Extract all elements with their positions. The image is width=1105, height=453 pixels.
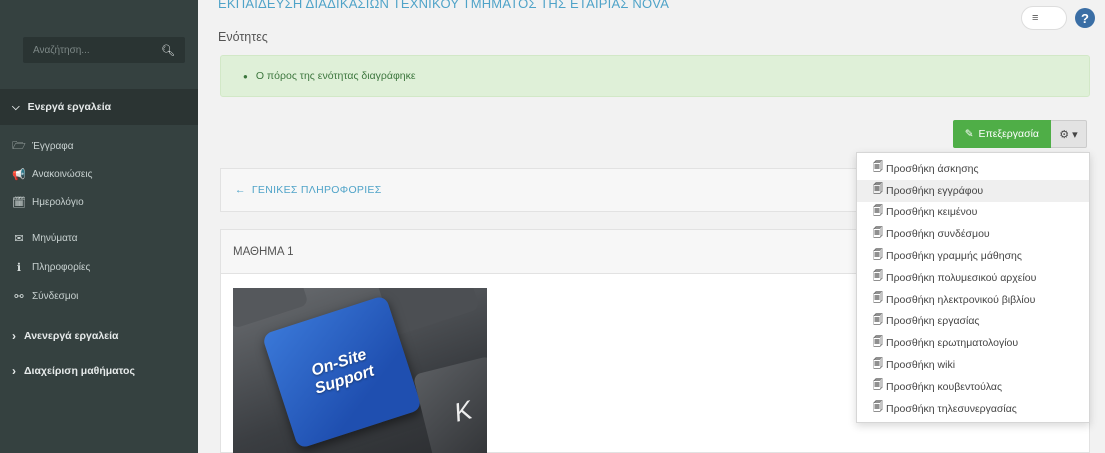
course-admin-label: Διαχείριση μαθήματος xyxy=(24,365,135,377)
menu-item-label: Προσθήκη συνδέσμου xyxy=(886,228,990,241)
sidebar-item-announcements[interactable]: 📢 Ανακοινώσεις xyxy=(0,162,198,186)
chevron-right-icon: › xyxy=(12,364,16,378)
sidebar-item-messages[interactable]: ✉ Μηνύματα xyxy=(0,226,198,250)
copy-icon: 🗐 xyxy=(873,336,883,348)
sidebar-item-documents[interactable]: 🗁 Έγγραφα xyxy=(0,134,198,158)
chevron-right-icon: › xyxy=(12,329,16,343)
menu-item-label: Προσθήκη κουβεντούλας xyxy=(886,380,1003,393)
copy-icon: 🗐 xyxy=(873,227,883,239)
calendar-icon: 🗓 xyxy=(12,196,26,209)
folder-icon: 🗁 xyxy=(12,139,26,152)
link-icon: ⚯ xyxy=(14,290,24,303)
menu-item-add-chat[interactable]: 🗐 Προσθήκη κουβεντούλας xyxy=(857,376,1089,398)
copy-icon: 🗐 xyxy=(873,249,883,261)
general-info-label: ΓΕΝΙΚΕΣ ΠΛΗΡΟΦΟΡΙΕΣ xyxy=(251,184,382,196)
page-subtitle: Ενότητες xyxy=(218,30,268,44)
copy-icon: 🗐 xyxy=(873,314,883,326)
alert-message: Ο πόρος της ενότητας διαγράφηκε xyxy=(255,70,416,82)
inactive-tools-header[interactable]: › Ανενεργά εργαλεία xyxy=(0,324,198,348)
menu-item-label: Προσθήκη γραμμής μάθησης xyxy=(886,250,1022,263)
sidebar-item-info[interactable]: ℹ Πληροφορίες xyxy=(0,255,198,279)
menu-item-add-assignment[interactable]: 🗐 Προσθήκη εργασίας xyxy=(857,311,1089,333)
menu-item-label: Προσθήκη ηλεκτρονικού βιβλίου xyxy=(886,293,1036,306)
menu-item-label: Προσθήκη κειμένου xyxy=(886,206,978,219)
sidebar-item-label: Ημερολόγιο xyxy=(32,196,84,208)
sidebar-item-label: Έγγραφα xyxy=(32,140,74,152)
bullet-icon: ● xyxy=(243,71,248,81)
copy-icon: 🗐 xyxy=(873,293,883,305)
edit-button-label: Επεξεργασία xyxy=(978,128,1040,140)
search-input[interactable] xyxy=(33,44,153,56)
sidebar-item-label: Ανακοινώσεις xyxy=(32,168,93,180)
copy-icon: 🗐 xyxy=(873,358,883,370)
arrow-left-icon: ← xyxy=(235,184,246,196)
copy-icon: 🗐 xyxy=(873,402,883,414)
copy-icon: 🗐 xyxy=(873,380,883,392)
edit-icon: ✎ xyxy=(964,128,974,140)
sidebar-item-label: Σύνδεσμοι xyxy=(32,290,79,302)
edit-button-group: ✎ Επεξεργασία ⚙ ▾ xyxy=(952,120,1087,148)
menu-item-label: Προσθήκη εργασίας xyxy=(886,315,980,328)
sidebar: 🔍︎ ⌵ Ενεργά εργαλεία 🗁 Έγγραφα 📢 Ανακοιν… xyxy=(0,0,198,453)
lesson-image: On-Site Support K xyxy=(233,288,487,453)
menu-item-label: Προσθήκη πολυμεσικού αρχείου xyxy=(886,271,1037,284)
success-alert: ● Ο πόρος της ενότητας διαγράφηκε xyxy=(220,55,1090,97)
envelope-icon: ✉ xyxy=(14,232,24,245)
info-icon: ℹ xyxy=(16,261,22,274)
edit-button[interactable]: ✎ Επεξεργασία xyxy=(952,120,1051,148)
menu-item-add-exercise[interactable]: 🗐 Προσθήκη άσκησης xyxy=(857,158,1089,180)
add-resource-dropdown: 🗐 Προσθήκη άσκησης 🗐 Προσθήκη εγγράφου 🗐 Πρ… xyxy=(856,152,1090,423)
help-icon[interactable]: ? xyxy=(1075,8,1095,28)
menu-item-label: Προσθήκη τηλεσυνεργασίας xyxy=(886,402,1017,415)
search-icon[interactable]: 🔍︎ xyxy=(161,44,175,57)
settings-dropdown-button[interactable]: ⚙ ▾ xyxy=(1051,120,1087,148)
menu-item-add-wiki[interactable]: 🗐 Προσθήκη wiki xyxy=(857,354,1089,376)
menu-item-add-learning-path[interactable]: 🗐 Προσθήκη γραμμής μάθησης xyxy=(857,245,1089,267)
course-admin-header[interactable]: › Διαχείριση μαθήματος xyxy=(0,359,198,383)
menu-item-label: Προσθήκη wiki xyxy=(886,359,956,372)
menu-item-label: Προσθήκη εγγράφου xyxy=(886,184,984,197)
general-info-section[interactable]: ← ΓΕΝΙΚΕΣ ΠΛΗΡΟΦΟΡΙΕΣ xyxy=(220,168,860,212)
course-title[interactable]: ΕΚΠΑΙΔΕΥΣΗ ΔΙΑΔΙΚΑΣΙΩΝ ΤΕΧΝΙΚΟΥ ΤΜΗΜΑΤΟΣ… xyxy=(218,0,669,11)
menu-item-add-link[interactable]: 🗐 Προσθήκη συνδέσμου xyxy=(857,223,1089,245)
copy-icon: 🗐 xyxy=(873,162,883,174)
active-tools-header[interactable]: ⌵ Ενεργά εργαλεία xyxy=(0,89,198,125)
copy-icon: 🗐 xyxy=(873,205,883,217)
menu-item-label: Προσθήκη άσκησης xyxy=(886,162,979,175)
chevron-down-icon: ⌵ xyxy=(12,101,20,113)
sidebar-item-links[interactable]: ⚯ Σύνδεσμοι xyxy=(0,284,198,308)
list-icon: ≡ xyxy=(1032,12,1039,24)
bullhorn-icon: 📢 xyxy=(12,168,26,181)
copy-icon: 🗐 xyxy=(873,271,883,283)
menu-item-label: Προσθήκη ερωτηματολογίου xyxy=(886,337,1019,350)
sidebar-item-label: Μηνύματα xyxy=(32,232,78,244)
menu-item-add-document[interactable]: 🗐 Προσθήκη εγγράφου xyxy=(857,179,1089,202)
active-tools-label: Ενεργά εργαλεία xyxy=(27,101,112,113)
menu-item-add-questionnaire[interactable]: 🗐 Προσθήκη ερωτηματολογίου xyxy=(857,332,1089,354)
menu-item-add-ebook[interactable]: 🗐 Προσθήκη ηλεκτρονικού βιβλίου xyxy=(857,289,1089,311)
sidebar-item-calendar[interactable]: 🗓 Ημερολόγιο xyxy=(0,190,198,214)
keyboard-key-k: K xyxy=(412,355,487,453)
menu-item-add-teleconference[interactable]: 🗐 Προσθήκη τηλεσυνεργασίας xyxy=(857,398,1089,420)
search-box: 🔍︎ xyxy=(23,37,185,63)
copy-icon: 🗐 xyxy=(873,184,883,196)
sidebar-item-label: Πληροφορίες xyxy=(32,261,91,273)
view-toggle[interactable]: ≡ xyxy=(1021,6,1067,30)
lesson-title: ΜΑΘΗΜΑ 1 xyxy=(233,245,294,258)
inactive-tools-label: Ανενεργά εργαλεία xyxy=(24,330,119,342)
menu-item-add-multimedia[interactable]: 🗐 Προσθήκη πολυμεσικού αρχείου xyxy=(857,267,1089,289)
menu-item-add-text[interactable]: 🗐 Προσθήκη κειμένου xyxy=(857,202,1089,224)
